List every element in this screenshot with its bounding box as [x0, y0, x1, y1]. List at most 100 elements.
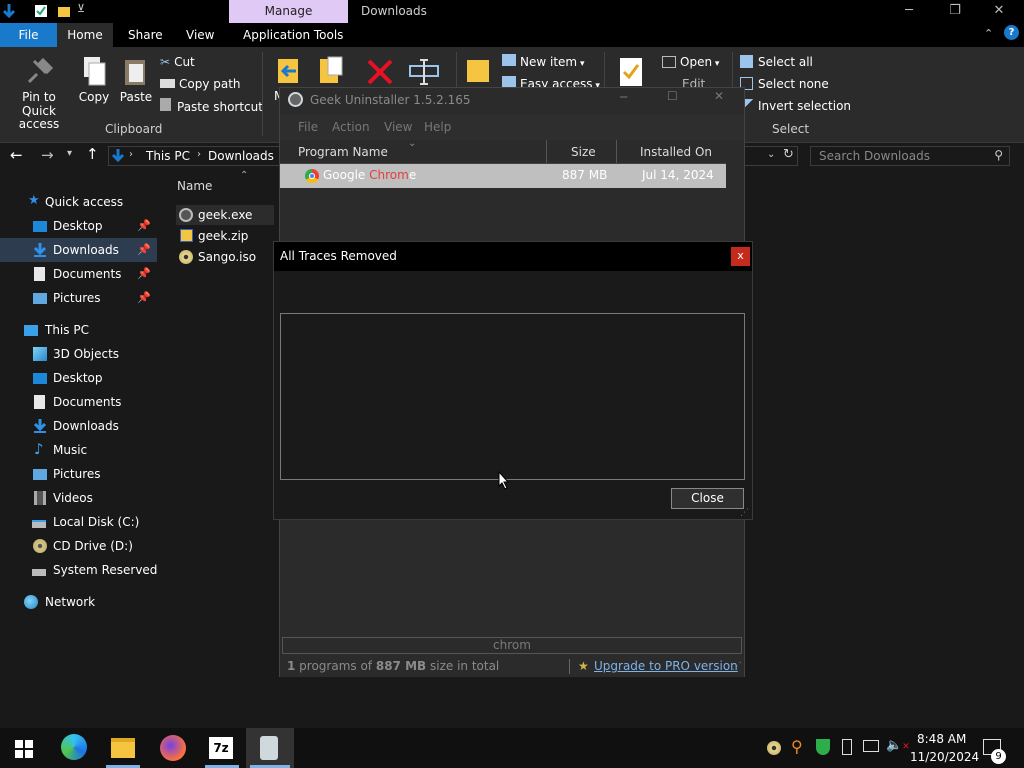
sidebar-item-this-pc[interactable]: This PC [0, 318, 157, 342]
sidebar-item-videos[interactable]: Videos [0, 486, 157, 510]
menu-action[interactable]: Action [332, 120, 370, 134]
firefox-icon[interactable] [160, 735, 186, 761]
sidebar-item-3d-objects[interactable]: 3D Objects [0, 342, 157, 366]
tray-defender-icon[interactable] [816, 739, 830, 755]
sidebar-item-documents[interactable]: Documents [0, 390, 157, 414]
geek-minimize-button[interactable]: ─ [620, 90, 627, 104]
pin-icon[interactable]: 📌 [137, 214, 151, 238]
file-row-geek-exe[interactable]: geek.exe [176, 205, 274, 225]
sidebar-item-system-reserved[interactable]: System Reserved (M [0, 558, 157, 582]
search-input[interactable]: Search Downloads ⚲ [810, 146, 1010, 166]
minimize-button[interactable]: ─ [886, 0, 932, 23]
tab-home[interactable]: Home [57, 23, 113, 47]
sidebar-item-local-disk[interactable]: Local Disk (C:) [0, 510, 157, 534]
sidebar-item-downloads[interactable]: Downloads [0, 414, 157, 438]
copy-to-icon[interactable] [316, 55, 348, 87]
dialog-close-x-button[interactable]: x [731, 247, 750, 266]
easy-access-label: Easy access [520, 77, 593, 87]
tab-share[interactable]: Share [118, 23, 173, 47]
pin-icon[interactable]: 📌 [137, 238, 151, 262]
file-explorer-icon[interactable] [111, 738, 135, 758]
resize-grip-icon[interactable]: ⋰ [732, 656, 742, 677]
recent-locations-icon[interactable]: ▾ [67, 148, 72, 159]
file-row-sango-iso[interactable]: Sango.iso [176, 247, 276, 267]
forward-icon[interactable]: → [41, 146, 54, 164]
maximize-button[interactable]: ❐ [932, 0, 978, 23]
sidebar-item-downloads-pinned[interactable]: Downloads 📌 [0, 238, 157, 262]
properties-big-icon[interactable] [617, 56, 645, 88]
edge-icon[interactable] [61, 734, 87, 760]
tray-cd-icon[interactable] [767, 741, 781, 755]
close-button[interactable]: ✕ [976, 0, 1022, 23]
new-folder-icon[interactable] [57, 4, 71, 18]
delete-icon[interactable] [366, 58, 394, 86]
refresh-icon[interactable]: ↻ [783, 147, 794, 162]
menu-file[interactable]: File [298, 120, 318, 134]
rename-icon[interactable] [408, 58, 440, 86]
edit-button[interactable]: Edit [682, 76, 705, 87]
clock-time[interactable]: 8:48 AM [917, 732, 966, 746]
sidebar-item-network[interactable]: Network [0, 590, 157, 614]
sidebar-item-pictures-pinned[interactable]: Pictures 📌 [0, 286, 157, 310]
cut-button[interactable]: ✂ Cut [160, 54, 195, 72]
copy-button[interactable]: Copy [76, 55, 112, 105]
collapse-ribbon-icon[interactable]: ⌃ [984, 27, 993, 40]
dialog-details-box[interactable] [280, 313, 745, 480]
upgrade-link[interactable]: Upgrade to PRO version [594, 656, 738, 677]
geek-uninstaller-icon[interactable] [260, 736, 278, 760]
file-row-geek-zip[interactable]: geek.zip [176, 226, 276, 246]
sidebar-item-cd-drive[interactable]: CD Drive (D:) [0, 534, 157, 558]
column-header-name[interactable]: Name [177, 179, 212, 193]
start-icon[interactable] [15, 740, 33, 758]
manage-context-tab[interactable]: Manage [229, 0, 348, 23]
open-button[interactable]: Open ▾ [662, 54, 719, 72]
clock-date[interactable]: 11/20/2024 [910, 750, 979, 764]
dialog-close-button[interactable]: Close [671, 488, 744, 509]
select-none-button[interactable]: Select none [740, 76, 829, 92]
new-folder-big-icon[interactable] [464, 56, 492, 86]
back-icon[interactable]: ← [10, 146, 23, 164]
7zip-icon[interactable]: 7z [209, 737, 233, 759]
tray-search-icon[interactable]: ⚲ [791, 737, 803, 756]
sidebar-item-documents-pinned[interactable]: Documents 📌 [0, 262, 157, 286]
tab-view[interactable]: View [176, 23, 224, 47]
breadcrumb-this-pc[interactable]: This PC [146, 149, 190, 163]
tray-usb-icon[interactable] [842, 739, 852, 755]
tab-application-tools[interactable]: Application Tools [233, 23, 353, 47]
geek-close-button[interactable]: ✕ [714, 89, 724, 103]
tray-volume-muted-icon[interactable]: 🔈✕ [886, 738, 910, 753]
program-row-google-chrome[interactable]: Google Chrome 887 MB Jul 14, 2024 [280, 164, 726, 188]
properties-icon[interactable] [34, 4, 48, 18]
sidebar-item-desktop-pinned[interactable]: Desktop 📌 [0, 214, 157, 238]
pin-icon[interactable]: 📌 [137, 286, 151, 310]
sidebar-item-pictures[interactable]: Pictures [0, 462, 157, 486]
select-all-button[interactable]: Select all [740, 54, 813, 70]
sidebar-item-quick-access[interactable]: ★ Quick access [0, 190, 157, 214]
menu-help[interactable]: Help [424, 120, 451, 134]
menu-view[interactable]: View [384, 120, 412, 134]
tray-network-icon[interactable] [863, 740, 879, 752]
pin-to-quick-access-button[interactable]: Pin to Quick access [4, 55, 74, 131]
geek-maximize-button[interactable]: ☐ [667, 89, 678, 103]
easy-access-button[interactable]: Easy access ▾ [502, 76, 600, 87]
invert-selection-button[interactable]: Invert selection [740, 98, 851, 114]
sidebar-item-desktop[interactable]: Desktop [0, 366, 157, 390]
sidebar-item-label: This PC [45, 323, 89, 337]
sidebar-item-music[interactable]: ♪ Music [0, 438, 157, 462]
up-icon[interactable]: ↑ [86, 145, 99, 163]
column-installed-on[interactable]: Installed On [640, 145, 712, 159]
new-item-button[interactable]: New item ▾ [502, 54, 585, 72]
column-program-name[interactable]: Program Name [298, 145, 388, 159]
qat-dropdown-icon[interactable]: ⊻ [77, 2, 85, 15]
copy-path-button[interactable]: Copy path [160, 76, 241, 94]
filter-input[interactable]: chrom [282, 637, 742, 654]
address-dropdown-icon[interactable]: ⌄ [767, 149, 775, 160]
paste-shortcut-button[interactable]: Paste shortcut [160, 98, 263, 116]
dialog-resize-grip-icon[interactable]: ⋰ [740, 508, 749, 518]
help-icon[interactable]: ? [1004, 25, 1019, 40]
tab-file[interactable]: File [0, 23, 57, 47]
pin-icon[interactable]: 📌 [137, 262, 151, 286]
column-size[interactable]: Size [571, 145, 596, 159]
paste-button[interactable]: Paste [118, 55, 154, 105]
breadcrumb-downloads[interactable]: Downloads [208, 149, 274, 163]
